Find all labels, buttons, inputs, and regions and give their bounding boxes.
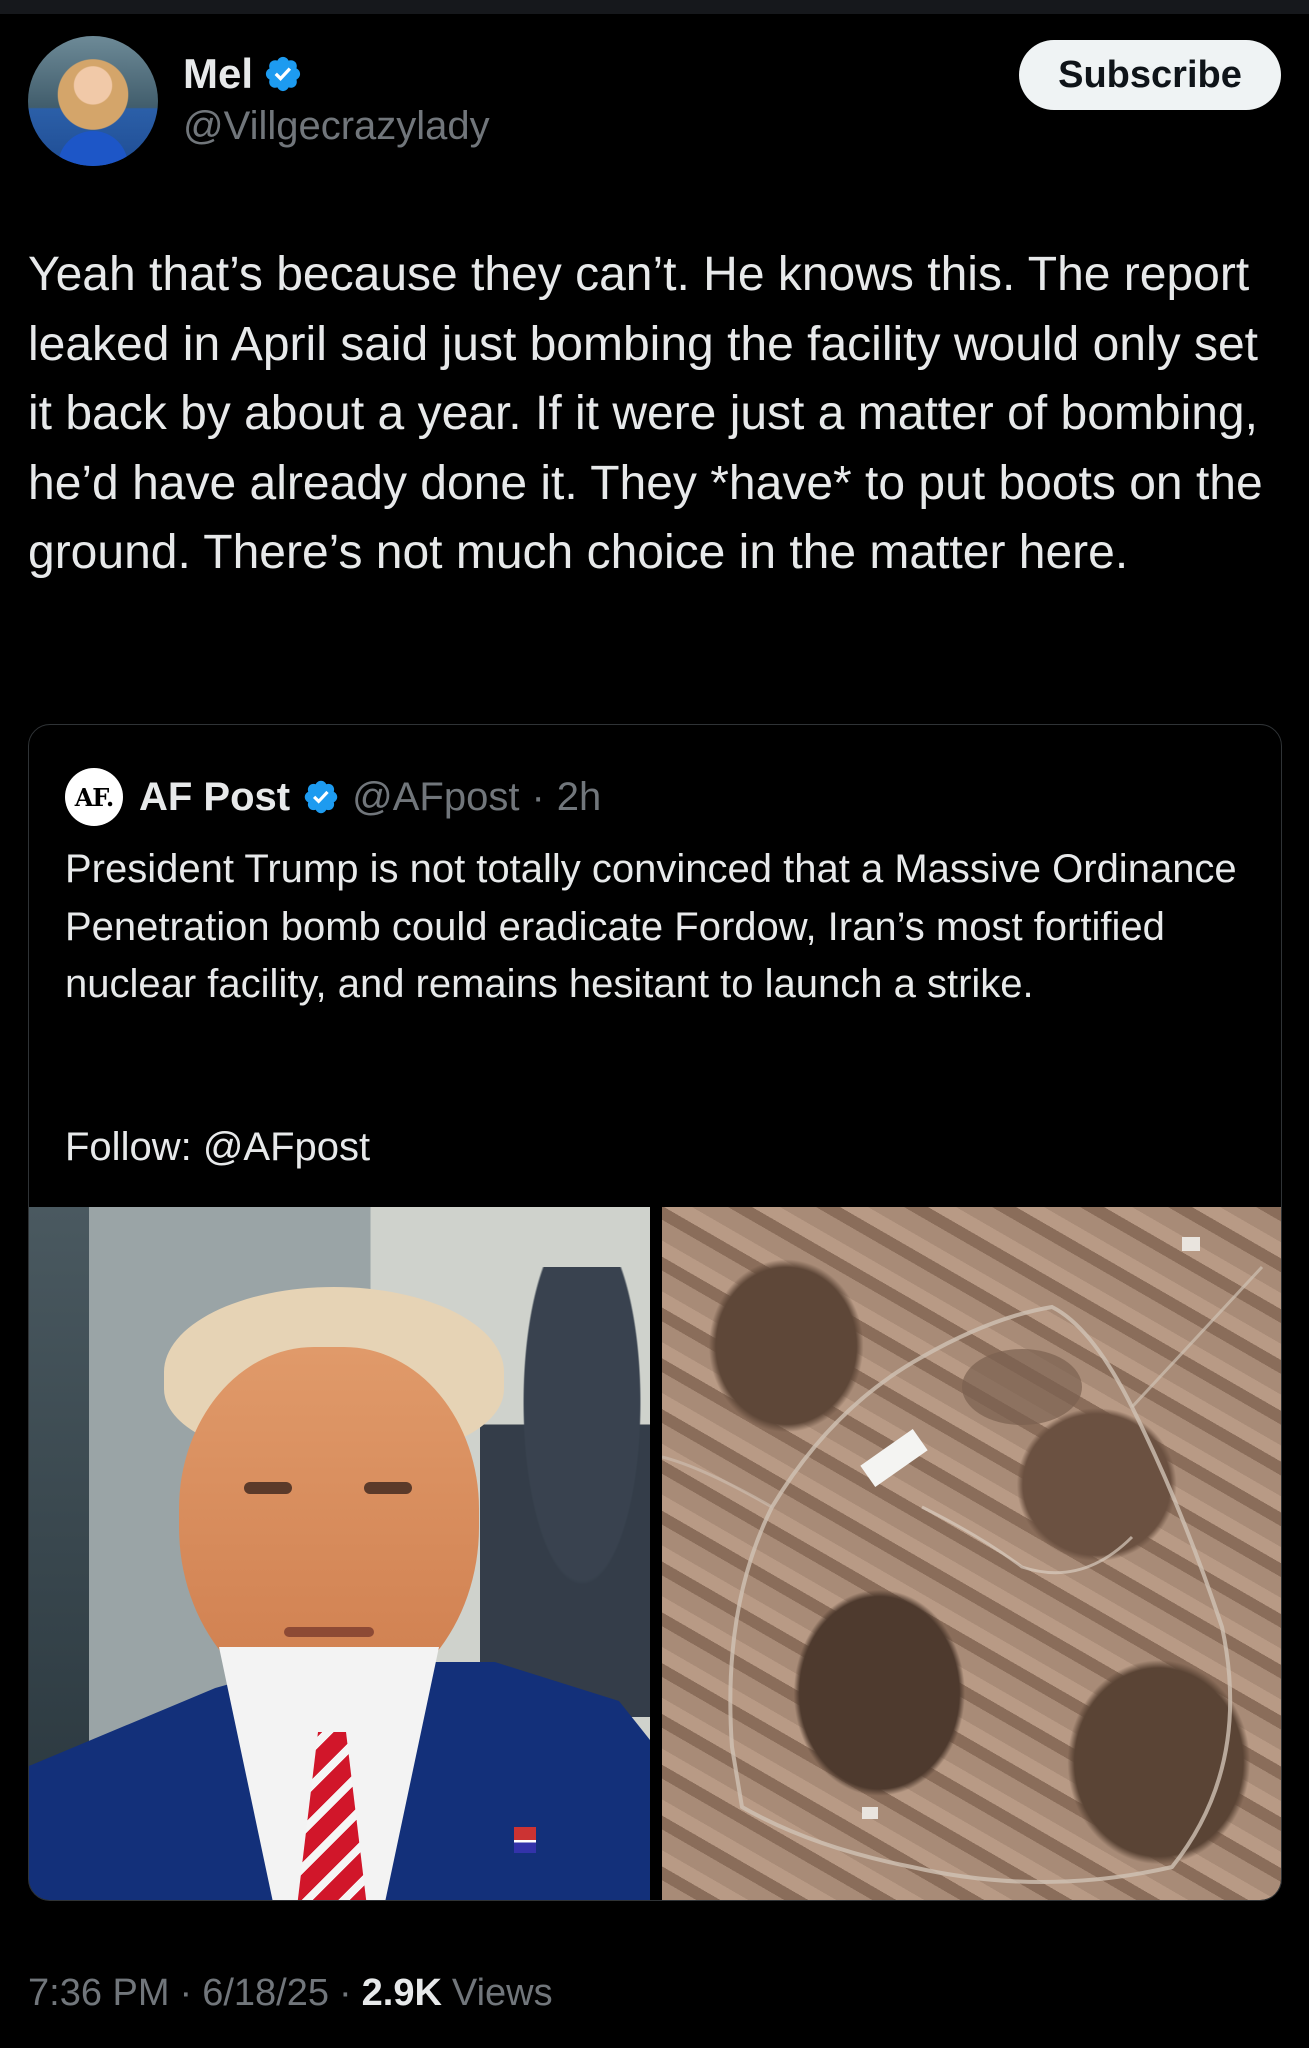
author-handle[interactable]: @Villgecrazylady bbox=[183, 104, 490, 149]
verified-badge-icon bbox=[304, 780, 338, 814]
portrait-eye-left bbox=[244, 1482, 292, 1494]
author-name-row: Mel bbox=[183, 50, 303, 98]
flag-pin-icon bbox=[514, 1827, 536, 1853]
quoted-tweet-text: President Trump is not totally convinced… bbox=[65, 847, 1248, 1006]
satellite-roads-overlay bbox=[662, 1237, 1264, 1884]
quoted-tweet-media bbox=[29, 1207, 1281, 1900]
status-bar-strip bbox=[0, 0, 1309, 14]
tweet-text: Yeah that’s because they can’t. He knows… bbox=[28, 248, 1277, 579]
avatar-figure bbox=[58, 131, 128, 166]
satellite-image[interactable] bbox=[662, 1207, 1281, 1900]
tweet-meta: 7:36 PM · 6/18/25 · 2.9K Views bbox=[28, 1972, 553, 2015]
author-avatar[interactable] bbox=[28, 36, 158, 166]
views-label: Views bbox=[451, 1972, 553, 2014]
tweet-time[interactable]: 7:36 PM bbox=[28, 1972, 170, 2015]
tweet-header: Mel @Villgecrazylady Subscribe bbox=[28, 36, 1281, 176]
quoted-tweet-card[interactable]: AF. AF Post @AFpost · 2h President Trump… bbox=[28, 724, 1282, 1901]
background-figure bbox=[480, 1267, 650, 1717]
portrait-eye-right bbox=[364, 1482, 412, 1494]
quoted-tweet-header: AF. AF Post @AFpost · 2h bbox=[65, 767, 601, 827]
quoted-author-handle[interactable]: @AFpost bbox=[352, 775, 519, 820]
separator-dot: · bbox=[531, 774, 545, 819]
quoted-author-logo[interactable]: AF. bbox=[65, 768, 123, 826]
views-count[interactable]: 2.9K bbox=[362, 1972, 442, 2015]
quoted-tweet-time[interactable]: 2h bbox=[557, 775, 602, 820]
portrait-mouth bbox=[284, 1627, 374, 1637]
portrait-photo[interactable] bbox=[29, 1207, 650, 1900]
author-name[interactable]: Mel bbox=[183, 50, 253, 98]
separator-dot: · bbox=[179, 1972, 193, 2014]
verified-badge-icon bbox=[265, 56, 301, 92]
quoted-tweet-follow-text: Follow: @AFpost bbox=[65, 1125, 371, 1169]
subscribe-button[interactable]: Subscribe bbox=[1019, 40, 1281, 110]
tweet-date[interactable]: 6/18/25 bbox=[202, 1972, 329, 2015]
quoted-author-name[interactable]: AF Post bbox=[139, 775, 290, 820]
separator-dot: · bbox=[338, 1972, 352, 2014]
